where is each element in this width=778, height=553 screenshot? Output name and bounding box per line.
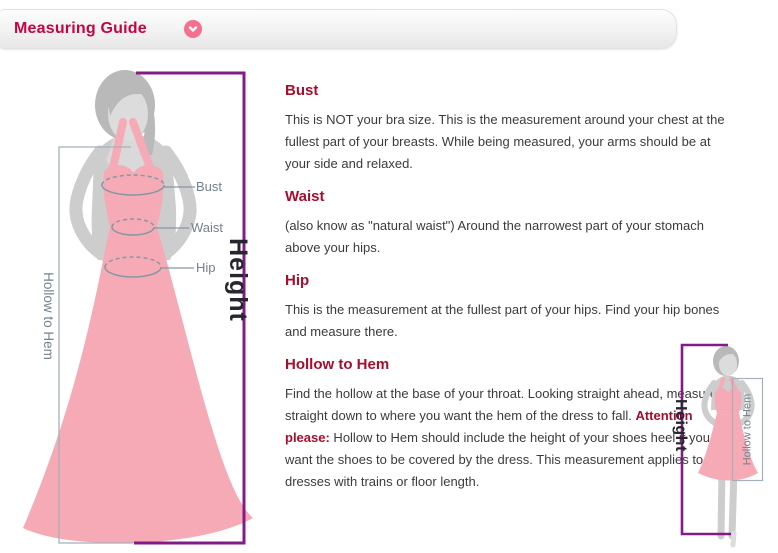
hollow-to-hem-label: Hollow to Hem xyxy=(40,270,56,362)
collapse-chevron-down-icon[interactable] xyxy=(184,20,202,38)
height-label: Height xyxy=(669,399,689,451)
measuring-guide-header[interactable]: Measuring Guide xyxy=(0,9,677,49)
section-heading-bust: Bust xyxy=(285,82,731,99)
bust-label: Bust xyxy=(196,179,222,194)
section-waist: Waist (also know as "natural waist") Aro… xyxy=(285,188,731,259)
section-heading-hip: Hip xyxy=(285,272,731,289)
section-heading-waist: Waist xyxy=(285,188,731,205)
full-length-measurement-diagram: Bust Waist Hip Height Hollow to Hem xyxy=(30,60,280,553)
bodice xyxy=(103,165,163,231)
page-title: Measuring Guide xyxy=(14,20,147,38)
chevron-down-glyph xyxy=(187,23,199,35)
waist-label: Waist xyxy=(191,220,223,235)
section-body-bust: This is NOT your bra size. This is the m… xyxy=(285,109,731,175)
hip-label: Hip xyxy=(196,260,216,275)
knee-length-measurement-diagram: Height Hollow to Hem xyxy=(660,335,778,553)
skirt xyxy=(23,227,253,543)
section-bust: Bust This is NOT your bra size. This is … xyxy=(285,82,731,175)
hollow-to-hem-label: Hollow to Hem xyxy=(742,391,755,469)
section-body-waist: (also know as "natural waist") Around th… xyxy=(285,215,731,259)
height-label: Height xyxy=(220,235,252,325)
section-hip: Hip This is the measurement at the fulle… xyxy=(285,272,731,343)
measuring-guide-page: Measuring Guide xyxy=(0,0,778,553)
